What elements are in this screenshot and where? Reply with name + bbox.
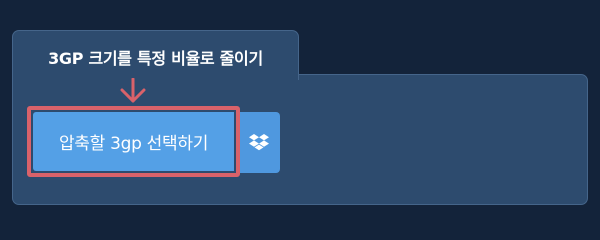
dropbox-icon — [249, 133, 269, 150]
dropbox-button[interactable] — [238, 112, 280, 173]
highlight-frame — [27, 106, 240, 177]
tab-header: 3GP 크기를 특정 비율로 줄이기 — [12, 30, 299, 80]
arrow-down-icon — [120, 78, 146, 103]
tab-title: 3GP 크기를 특정 비율로 줄이기 — [48, 49, 263, 68]
